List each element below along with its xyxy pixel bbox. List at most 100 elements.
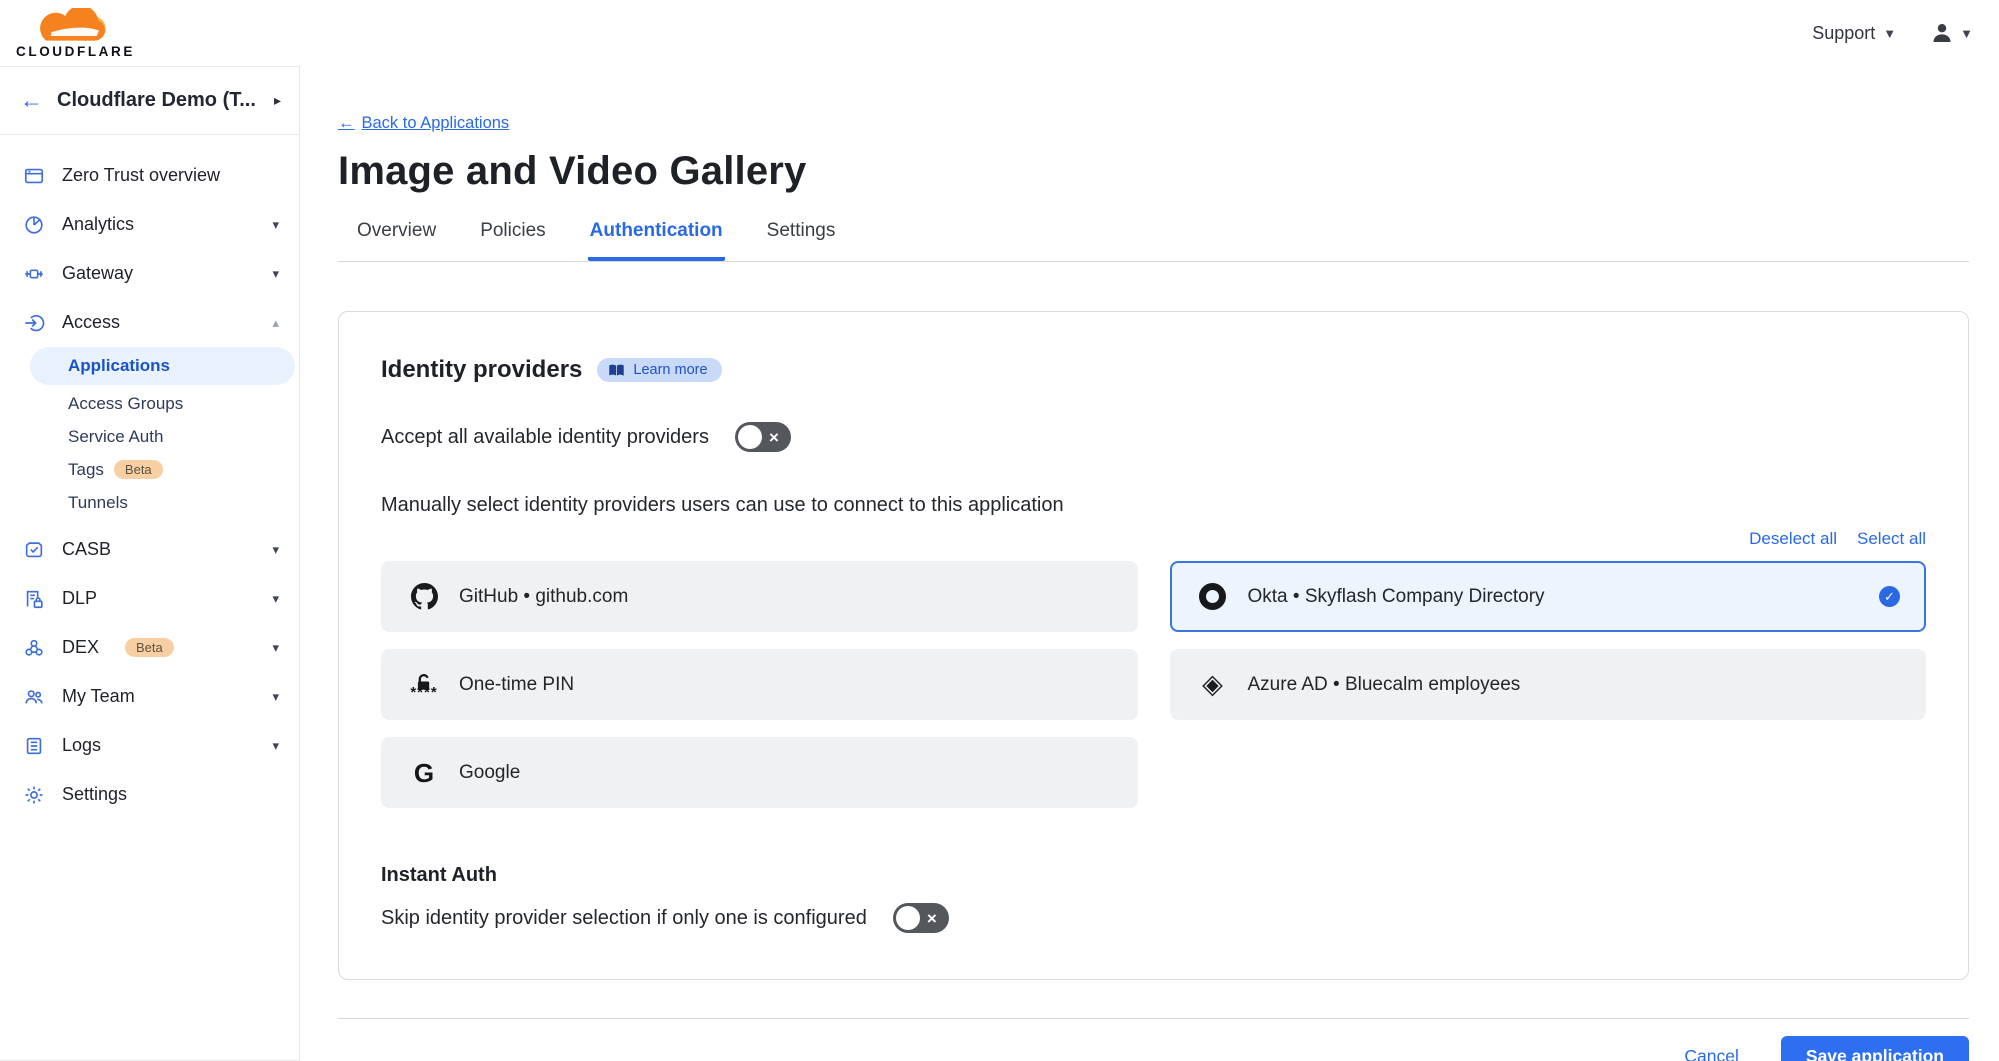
book-icon bbox=[608, 363, 625, 378]
sidebar-nav: Zero Trust overview Analytics ▾ Gateway … bbox=[0, 135, 299, 819]
sidebar-item-zero-trust-overview[interactable]: Zero Trust overview bbox=[0, 151, 299, 200]
chevron-down-icon: ▾ bbox=[272, 217, 279, 233]
skip-selection-label: Skip identity provider selection if only… bbox=[381, 907, 867, 930]
access-icon bbox=[22, 311, 46, 335]
cancel-button[interactable]: Cancel bbox=[1684, 1046, 1738, 1061]
toggle-off-x-icon: × bbox=[927, 910, 937, 927]
tab-policies[interactable]: Policies bbox=[478, 214, 547, 261]
learn-more-badge[interactable]: Learn more bbox=[597, 358, 721, 382]
sidebar-item-access-groups[interactable]: Access Groups bbox=[0, 387, 299, 420]
back-to-applications-link[interactable]: ← Back to Applications bbox=[338, 114, 509, 133]
sidebar-item-label: Analytics bbox=[62, 214, 134, 235]
provider-card-github[interactable]: GitHub • github.com bbox=[381, 561, 1138, 632]
chevron-down-icon: ▾ bbox=[272, 738, 279, 754]
pin-stars: **** bbox=[410, 690, 437, 695]
sidebar-item-label: Service Auth bbox=[68, 427, 163, 447]
sidebar-item-label: Access bbox=[62, 312, 120, 333]
access-sub-list: Applications Access Groups Service Auth … bbox=[0, 347, 299, 525]
sidebar: ← Cloudflare Demo (T... ▸ Zero Trust ove… bbox=[0, 66, 300, 1061]
window-icon bbox=[22, 164, 46, 188]
cloudflare-brand-text: CLOUDFLARE bbox=[16, 45, 135, 59]
support-menu[interactable]: Support ▼ bbox=[1812, 23, 1896, 44]
identity-providers-card: Identity providers Learn more Accept all… bbox=[338, 311, 1969, 980]
sidebar-item-applications[interactable]: Applications bbox=[30, 347, 295, 385]
selected-check-icon: ✓ bbox=[1879, 586, 1900, 607]
save-application-button[interactable]: Save application bbox=[1781, 1036, 1969, 1061]
sidebar-item-dex[interactable]: DEX Beta ▾ bbox=[0, 623, 299, 672]
cloudflare-logo[interactable]: CLOUDFLARE bbox=[16, 8, 135, 59]
sidebar-item-settings[interactable]: Settings bbox=[0, 770, 299, 819]
back-arrow-icon[interactable]: ← bbox=[20, 87, 43, 114]
beta-badge: Beta bbox=[114, 460, 163, 479]
sidebar-item-label: My Team bbox=[62, 686, 135, 707]
cluster-icon bbox=[22, 636, 46, 660]
select-all-link[interactable]: Select all bbox=[1857, 529, 1926, 549]
cloudflare-cloud-icon bbox=[30, 8, 122, 44]
sidebar-item-label: DLP bbox=[62, 588, 97, 609]
team-name: Cloudflare Demo (T... bbox=[57, 89, 260, 112]
chevron-down-icon: ▾ bbox=[272, 591, 279, 607]
sidebar-item-label: CASB bbox=[62, 539, 111, 560]
main-content: ← Back to Applications Image and Video G… bbox=[300, 66, 1999, 1061]
sidebar-item-label: Gateway bbox=[62, 263, 133, 284]
one-time-pin-icon: **** bbox=[409, 674, 439, 695]
chevron-down-icon: ▼ bbox=[1883, 26, 1896, 41]
provider-name: Google bbox=[459, 762, 520, 784]
provider-grid: GitHub • github.com Okta • Skyflash Comp… bbox=[381, 561, 1926, 808]
document-lock-icon bbox=[22, 587, 46, 611]
toggle-knob bbox=[738, 425, 762, 449]
sidebar-item-access[interactable]: Access ▴ bbox=[0, 298, 299, 347]
beta-badge: Beta bbox=[125, 638, 174, 657]
sidebar-item-label: Applications bbox=[68, 356, 170, 376]
skip-selection-toggle[interactable]: × bbox=[893, 903, 949, 933]
manual-select-text: Manually select identity providers users… bbox=[381, 494, 1926, 517]
chevron-up-icon: ▴ bbox=[272, 315, 279, 331]
sidebar-item-label: Zero Trust overview bbox=[62, 165, 220, 186]
tab-overview[interactable]: Overview bbox=[355, 214, 438, 261]
github-icon bbox=[409, 583, 439, 610]
accept-all-toggle[interactable]: × bbox=[735, 422, 791, 452]
chevron-down-icon: ▾ bbox=[272, 542, 279, 558]
tab-authentication[interactable]: Authentication bbox=[588, 214, 725, 261]
provider-card-google[interactable]: G Google bbox=[381, 737, 1138, 808]
sidebar-item-logs[interactable]: Logs ▾ bbox=[0, 721, 299, 770]
chevron-right-icon[interactable]: ▸ bbox=[274, 92, 281, 109]
tab-settings[interactable]: Settings bbox=[765, 214, 838, 261]
sidebar-item-label: DEX bbox=[62, 637, 99, 658]
sidebar-item-label: Tags bbox=[68, 460, 104, 480]
okta-icon bbox=[1198, 583, 1228, 610]
accept-all-label: Accept all available identity providers bbox=[381, 426, 709, 449]
pie-chart-icon bbox=[22, 213, 46, 237]
user-menu[interactable]: ▼ bbox=[1930, 21, 1973, 45]
sidebar-item-dlp[interactable]: DLP ▾ bbox=[0, 574, 299, 623]
provider-card-one-time-pin[interactable]: **** One-time PIN bbox=[381, 649, 1138, 720]
tab-bar: Overview Policies Authentication Setting… bbox=[338, 214, 1969, 262]
gateway-icon bbox=[22, 262, 46, 286]
sidebar-item-label: Logs bbox=[62, 735, 101, 756]
provider-card-okta[interactable]: Okta • Skyflash Company Directory ✓ bbox=[1170, 561, 1927, 632]
chevron-down-icon: ▾ bbox=[272, 689, 279, 705]
sidebar-item-gateway[interactable]: Gateway ▾ bbox=[0, 249, 299, 298]
provider-name: Azure AD • Bluecalm employees bbox=[1248, 674, 1521, 696]
gear-icon bbox=[22, 783, 46, 807]
sidebar-item-label: Access Groups bbox=[68, 394, 183, 414]
card-title: Identity providers bbox=[381, 356, 582, 384]
deselect-all-link[interactable]: Deselect all bbox=[1749, 529, 1837, 549]
user-avatar-icon bbox=[1930, 21, 1954, 45]
sidebar-item-analytics[interactable]: Analytics ▾ bbox=[0, 200, 299, 249]
provider-card-azure-ad[interactable]: ◈ Azure AD • Bluecalm employees bbox=[1170, 649, 1927, 720]
sidebar-item-casb[interactable]: CASB ▾ bbox=[0, 525, 299, 574]
learn-more-label: Learn more bbox=[633, 362, 707, 378]
sidebar-item-tunnels[interactable]: Tunnels bbox=[0, 486, 299, 519]
footer-action-bar: Cancel Save application bbox=[338, 1018, 1969, 1061]
instant-auth-heading: Instant Auth bbox=[381, 864, 1926, 887]
page-title: Image and Video Gallery bbox=[338, 149, 1969, 194]
team-header[interactable]: ← Cloudflare Demo (T... ▸ bbox=[0, 67, 299, 135]
sidebar-item-my-team[interactable]: My Team ▾ bbox=[0, 672, 299, 721]
chevron-down-icon: ▾ bbox=[272, 266, 279, 282]
chevron-down-icon: ▾ bbox=[272, 640, 279, 656]
sidebar-item-tags[interactable]: Tags Beta bbox=[0, 453, 299, 486]
sidebar-item-label: Tunnels bbox=[68, 493, 128, 513]
provider-name: One-time PIN bbox=[459, 674, 574, 696]
sidebar-item-service-auth[interactable]: Service Auth bbox=[0, 420, 299, 453]
